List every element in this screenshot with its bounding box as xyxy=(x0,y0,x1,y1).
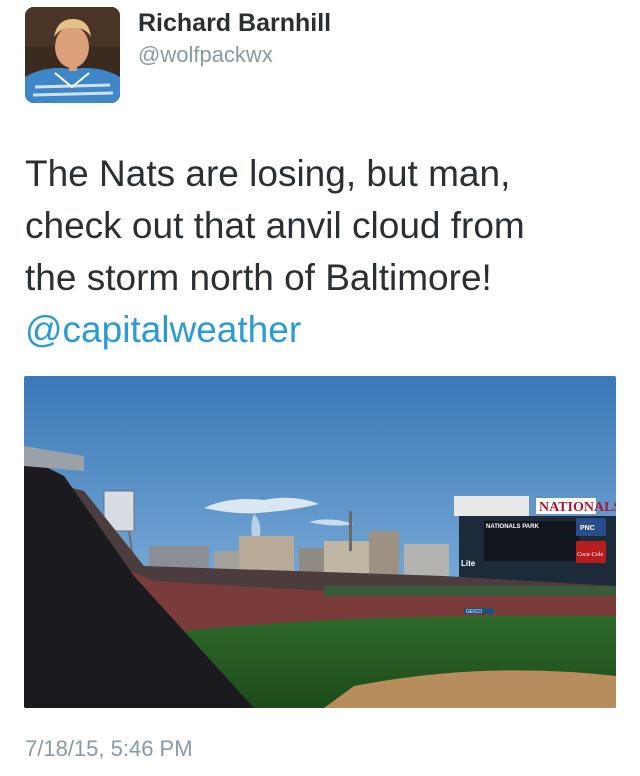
tweet-line: check out that anvil cloud from xyxy=(25,205,525,246)
tweet-text: The Nats are losing, but man, check out … xyxy=(25,148,625,356)
author-handle[interactable]: @wolfpackwx xyxy=(138,42,273,68)
tweet-line: The Nats are losing, but man, xyxy=(25,153,511,194)
tweet-photo[interactable]: NATIONALS NATIONALS PARK PNC Lite Coca-C… xyxy=(24,376,616,708)
lite-sign: Lite xyxy=(461,559,476,568)
tweet-line: the storm north of Baltimore! xyxy=(25,257,492,298)
stadium-sign: NATIONALS xyxy=(539,500,616,515)
coke-sign: Coca-Cola xyxy=(577,552,603,558)
avatar-photo xyxy=(25,7,120,103)
mention-link[interactable]: @capitalweather xyxy=(25,304,625,356)
geico-sign: GEICO xyxy=(466,609,482,615)
stadium-photo: NATIONALS NATIONALS PARK PNC Lite Coca-C… xyxy=(24,376,616,708)
park-sign: NATIONALS PARK xyxy=(486,524,539,530)
timestamp: 7/18/15, 5:46 PM xyxy=(25,736,193,761)
author-name[interactable]: Richard Barnhill xyxy=(138,8,331,38)
avatar[interactable] xyxy=(25,7,120,103)
pnc-sign: PNC xyxy=(580,525,595,532)
